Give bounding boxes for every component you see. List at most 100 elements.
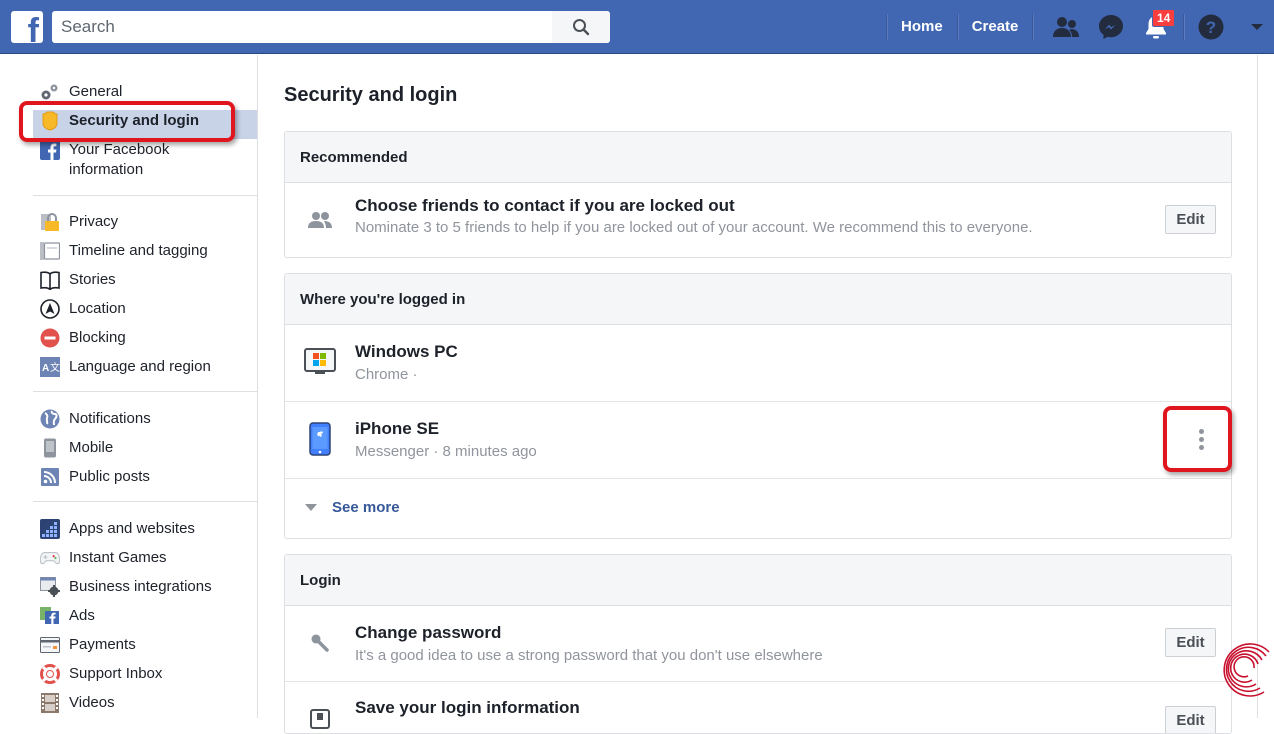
friend-requests-button[interactable] (1052, 13, 1080, 41)
session-row: iPhone SE Messenger · 8 minutes ago (285, 402, 1231, 479)
sidebar-item-label: Public posts (69, 468, 150, 485)
save-login-icon (303, 702, 337, 733)
gamepad-icon (40, 548, 60, 568)
nav-separator (1183, 14, 1184, 40)
where-logged-in-card: Where you're logged in Windows PC Chrome… (284, 273, 1232, 539)
sidebar-item-privacy[interactable]: Privacy (33, 211, 257, 240)
settings-sidebar: General Security and login Your Facebook… (0, 55, 258, 718)
sidebar-item-label: Mobile (69, 439, 114, 456)
sidebar-item-your-facebook-information[interactable]: Your Facebook information (33, 139, 257, 185)
sidebar-item-label: Stories (69, 271, 116, 288)
film-icon (40, 693, 60, 713)
sidebar-item-payments[interactable]: Payments (33, 634, 257, 663)
shield-icon (40, 111, 60, 131)
messenger-icon (1099, 15, 1123, 39)
caret-down-icon (1251, 24, 1263, 30)
sidebar-item-language-and-region[interactable]: A文 Language and region (33, 356, 257, 385)
sidebar-item-label: Business integrations (69, 578, 212, 595)
book-icon (40, 270, 60, 290)
notifications-count-badge: 14 (1152, 9, 1176, 27)
svg-text:文: 文 (50, 361, 60, 374)
sidebar-item-videos[interactable]: Videos (33, 692, 257, 721)
search-bar (52, 11, 610, 43)
sidebar-item-location[interactable]: Location (33, 298, 257, 327)
sidebar-item-mobile[interactable]: Mobile (33, 437, 257, 466)
svg-text:A: A (42, 363, 49, 374)
facebook-logo-glyph: f (27, 12, 39, 43)
lock-icon (40, 212, 60, 232)
sidebar-item-label: Language and region (69, 358, 211, 375)
sidebar-item-ads[interactable]: Ads (33, 605, 257, 634)
session-device: iPhone SE (355, 419, 440, 438)
see-more-label: See more (332, 499, 400, 516)
apps-icon (40, 519, 60, 539)
key-icon (303, 626, 337, 660)
row-title: Change password (355, 623, 502, 642)
sidebar-item-timeline-and-tagging[interactable]: Timeline and tagging (33, 240, 257, 269)
iphone-icon (303, 422, 337, 456)
row-subtitle: It's a good idea to use a strong passwor… (355, 647, 823, 664)
sidebar-item-label: Your Facebook information (69, 141, 170, 178)
messenger-button[interactable] (1097, 13, 1125, 41)
help-icon: ? (1198, 14, 1224, 40)
ads-icon (40, 606, 60, 626)
nav-separator (1032, 14, 1034, 40)
sidebar-item-notifications[interactable]: Notifications (33, 408, 257, 437)
see-more-link[interactable]: See more (305, 499, 400, 516)
see-more-row: See more (285, 479, 1231, 538)
facebook-logo[interactable]: f (11, 11, 43, 43)
sidebar-item-blocking[interactable]: Blocking (33, 327, 257, 356)
search-icon (573, 19, 590, 36)
sidebar-item-apps-and-websites[interactable]: Apps and websites (33, 518, 257, 547)
lifebuoy-icon (40, 664, 60, 684)
nav-links: Home Create (886, 0, 1034, 54)
location-icon (40, 299, 60, 319)
sidebar-divider (33, 195, 257, 196)
rss-icon (40, 467, 60, 487)
sidebar-item-label: Security and login (69, 112, 200, 129)
row-title: Save your login information (355, 698, 580, 717)
mobile-icon (40, 438, 60, 458)
edit-password-button[interactable]: Edit (1165, 628, 1216, 657)
sidebar-item-instant-games[interactable]: Instant Games (33, 547, 257, 576)
windows-pc-icon (303, 345, 337, 379)
sidebar-item-label: Videos (69, 694, 115, 711)
caret-down-icon (305, 504, 317, 511)
session-options-button[interactable] (1191, 424, 1211, 454)
sidebar-item-label: Instant Games (69, 549, 167, 566)
more-dot (1198, 428, 1204, 434)
block-icon (40, 328, 60, 348)
sidebar-divider (33, 501, 257, 502)
sidebar-divider (33, 391, 257, 392)
sidebar-group-account: General Security and login Your Facebook… (33, 81, 257, 185)
session-detail: Chrome · (355, 366, 418, 383)
sidebar-item-security-and-login[interactable]: Security and login (33, 110, 257, 139)
top-navigation-bar: f Home Create 14 ? (0, 0, 1274, 54)
edit-trusted-contacts-button[interactable]: Edit (1165, 205, 1216, 234)
timeline-icon (40, 241, 60, 261)
sidebar-item-stories[interactable]: Stories (33, 269, 257, 298)
sidebar-item-business-integrations[interactable]: Business integrations (33, 576, 257, 605)
row-subtitle: Nominate 3 to 5 friends to help if you a… (355, 219, 1033, 236)
nav-home-link[interactable]: Home (887, 15, 957, 39)
page-title: Security and login (284, 84, 458, 106)
sidebar-item-support-inbox[interactable]: Support Inbox (33, 663, 257, 692)
gears-icon (40, 82, 60, 102)
account-menu-button[interactable] (1243, 13, 1271, 41)
watermark-logo-icon (1223, 643, 1270, 697)
sidebar-item-general[interactable]: General (33, 81, 257, 110)
sidebar-item-public-posts[interactable]: Public posts (33, 466, 257, 495)
quick-help-button[interactable]: ? (1197, 13, 1225, 41)
sidebar-group-privacy: Privacy Timeline and tagging Stories Loc… (33, 211, 257, 385)
friends-icon (303, 203, 337, 237)
login-row-save-login-info: Save your login information Edit (285, 682, 1231, 733)
nav-create-link[interactable]: Create (958, 15, 1033, 39)
sidebar-item-label: Support Inbox (69, 665, 163, 682)
recommended-card: Recommended Choose friends to contact if… (284, 131, 1232, 258)
search-input[interactable] (52, 11, 552, 43)
search-button[interactable] (552, 11, 610, 43)
more-dot (1198, 444, 1204, 450)
sidebar-item-label: Notifications (69, 410, 151, 427)
edit-save-login-button[interactable]: Edit (1165, 706, 1216, 733)
sidebar-item-label: Timeline and tagging (69, 242, 208, 259)
